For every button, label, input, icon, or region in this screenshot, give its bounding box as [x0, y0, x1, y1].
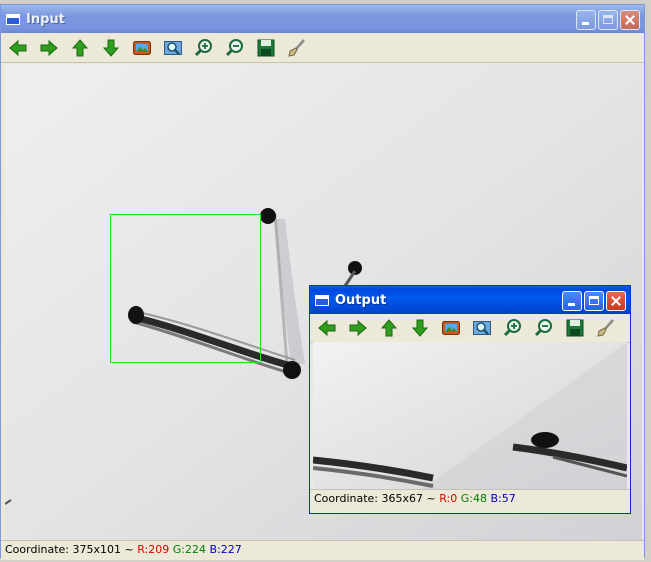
- save-icon[interactable]: [254, 37, 277, 60]
- red-value: R:0: [439, 492, 458, 505]
- blue-value: B:227: [209, 543, 242, 556]
- close-button[interactable]: [606, 291, 626, 311]
- maximize-button[interactable]: [584, 291, 604, 311]
- red-value: R:209: [137, 543, 170, 556]
- brush-icon[interactable]: [285, 37, 308, 60]
- arrow-right-icon[interactable]: [37, 37, 60, 60]
- image-icon[interactable]: [130, 37, 153, 60]
- input-window-title: Input: [26, 11, 65, 27]
- green-value: G:48: [460, 492, 487, 505]
- image-icon[interactable]: [439, 317, 462, 340]
- output-image-view[interactable]: [313, 342, 627, 489]
- close-button[interactable]: [620, 10, 640, 30]
- zoom-in-icon[interactable]: [192, 37, 215, 60]
- zoom-in-icon[interactable]: [501, 317, 524, 340]
- zoom-region-icon[interactable]: [470, 317, 493, 340]
- zoom-out-icon[interactable]: [532, 317, 555, 340]
- arrow-left-icon[interactable]: [6, 37, 29, 60]
- minimize-button[interactable]: [576, 10, 596, 30]
- arrow-down-icon[interactable]: [408, 317, 431, 340]
- zoom-out-icon[interactable]: [223, 37, 246, 60]
- output-window-title: Output: [335, 292, 387, 308]
- blue-value: B:57: [490, 492, 516, 505]
- arrow-right-icon[interactable]: [346, 317, 369, 340]
- input-toolbar: [1, 34, 644, 63]
- coordinate-text: Coordinate: 375x101 ~: [5, 543, 138, 556]
- window-icon: [315, 294, 329, 306]
- arrow-down-icon[interactable]: [99, 37, 122, 60]
- coordinate-text: Coordinate: 365x67 ~: [314, 492, 440, 505]
- save-icon[interactable]: [563, 317, 586, 340]
- arrow-up-icon[interactable]: [68, 37, 91, 60]
- output-window: Output Coordinate: 365x67 ~ R:0 G:48 B:5…: [309, 285, 631, 514]
- brush-icon[interactable]: [594, 317, 617, 340]
- minimize-button[interactable]: [562, 291, 582, 311]
- input-statusbar: Coordinate: 375x101 ~ R:209 G:224 B:227: [1, 540, 644, 560]
- arrow-left-icon[interactable]: [315, 317, 338, 340]
- output-image: [313, 342, 627, 489]
- output-titlebar[interactable]: Output: [310, 286, 630, 314]
- green-value: G:224: [172, 543, 206, 556]
- window-icon: [6, 13, 20, 25]
- output-statusbar: Coordinate: 365x67 ~ R:0 G:48 B:57: [310, 489, 630, 509]
- zoom-region-icon[interactable]: [161, 37, 184, 60]
- arrow-up-icon[interactable]: [377, 317, 400, 340]
- input-titlebar[interactable]: Input: [1, 5, 644, 33]
- output-toolbar: [310, 314, 630, 343]
- maximize-button[interactable]: [598, 10, 618, 30]
